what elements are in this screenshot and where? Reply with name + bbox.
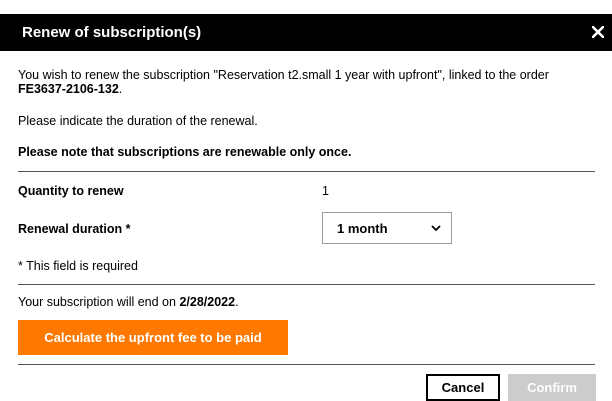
cancel-button[interactable]: Cancel	[426, 374, 500, 401]
renewal-duration-select[interactable]: 1 month	[322, 212, 452, 244]
required-field-note: * This field is required	[18, 259, 138, 273]
calculate-upfront-fee-button[interactable]: Calculate the upfront fee to be paid	[18, 320, 288, 355]
duration-instruction: Please indicate the duration of the rene…	[18, 114, 258, 128]
chevron-down-icon	[431, 225, 441, 232]
quantity-value: 1	[322, 184, 329, 198]
intro-text-before: You wish to renew the subscription "Rese…	[18, 68, 549, 82]
renewal-duration-value: 1 month	[337, 221, 388, 236]
intro-text-after: .	[118, 82, 123, 96]
close-icon[interactable]	[590, 23, 606, 41]
renew-subscription-dialog: Renew of subscription(s) You wish to ren…	[0, 0, 612, 401]
divider	[18, 364, 595, 365]
renewal-duration-label: Renewal duration *	[18, 222, 131, 236]
order-number: FE3637-2106-132	[18, 82, 119, 96]
dialog-title: Renew of subscription(s)	[22, 24, 202, 41]
intro-text: You wish to renew the subscription "Rese…	[18, 68, 598, 96]
divider	[18, 171, 595, 172]
subscription-end-text: Your subscription will end on 2/28/2022.	[18, 295, 239, 309]
confirm-button[interactable]: Confirm	[508, 374, 596, 401]
renewal-note: Please note that subscriptions are renew…	[18, 145, 352, 159]
divider	[18, 284, 595, 285]
end-date-suffix: .	[235, 295, 239, 309]
quantity-label: Quantity to renew	[18, 184, 124, 198]
close-icon-glyph	[591, 25, 605, 39]
dialog-header: Renew of subscription(s)	[0, 14, 612, 51]
end-date-prefix: Your subscription will end on	[18, 295, 180, 309]
end-date: 2/28/2022	[179, 295, 236, 309]
